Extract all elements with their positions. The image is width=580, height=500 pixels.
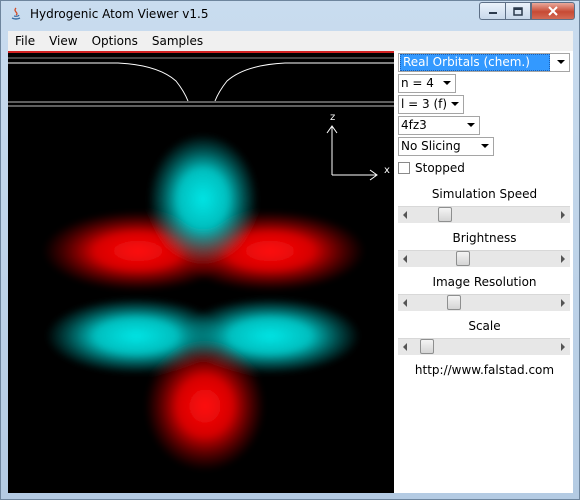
brightness-slider[interactable] — [398, 250, 570, 267]
menu-view[interactable]: View — [42, 34, 84, 48]
scale-slider[interactable] — [398, 338, 570, 355]
view-mode-value: Real Orbitals (chem.) — [400, 54, 550, 71]
scroll-left-arrow-icon[interactable] — [403, 343, 407, 351]
orbital-select[interactable]: 4fz3 — [398, 116, 480, 135]
n-select[interactable]: n = 4 — [398, 74, 456, 93]
scroll-right-arrow-icon[interactable] — [561, 255, 565, 263]
slider-thumb[interactable] — [456, 251, 471, 266]
maximize-button[interactable] — [505, 2, 531, 20]
n-value: n = 4 — [401, 76, 434, 90]
title-bar[interactable]: Hydrogenic Atom Viewer v1.5 — [1, 1, 579, 29]
scroll-left-arrow-icon[interactable] — [403, 211, 407, 219]
menu-options[interactable]: Options — [85, 34, 145, 48]
client-area: z x Real Orbitals (chem.) n = 4 l = 3 (f… — [8, 51, 573, 493]
chevron-down-icon — [451, 102, 459, 106]
scroll-left-arrow-icon[interactable] — [403, 299, 407, 307]
simulation-speed-label: Simulation Speed — [431, 187, 538, 201]
java-icon — [11, 7, 21, 20]
chevron-down-icon — [481, 144, 489, 148]
slider-thumb[interactable] — [447, 295, 462, 310]
website-link[interactable]: http://www.falstad.com — [396, 363, 573, 377]
close-button[interactable] — [531, 2, 575, 20]
minimize-icon — [488, 12, 497, 14]
app-window: Hydrogenic Atom Viewer v1.5 File View Op… — [0, 0, 580, 500]
chevron-down-icon — [443, 81, 451, 85]
slicing-value: No Slicing — [401, 139, 461, 153]
menu-samples[interactable]: Samples — [145, 34, 210, 48]
menu-bar: File View Options Samples — [8, 31, 573, 51]
stopped-label: Stopped — [415, 161, 465, 175]
z-axis-label: z — [330, 112, 335, 123]
stopped-checkbox[interactable]: Stopped — [398, 161, 465, 175]
scale-label: Scale — [468, 319, 501, 333]
brightness-label: Brightness — [452, 231, 517, 245]
scroll-right-arrow-icon[interactable] — [561, 211, 565, 219]
x-axis-label: x — [384, 165, 390, 176]
close-icon — [548, 6, 558, 16]
chevron-down-icon — [557, 60, 565, 64]
scroll-right-arrow-icon[interactable] — [561, 299, 565, 307]
image-resolution-label: Image Resolution — [432, 275, 537, 289]
scroll-left-arrow-icon[interactable] — [403, 255, 407, 263]
window-title: Hydrogenic Atom Viewer v1.5 — [30, 7, 209, 21]
orbital-value: 4fz3 — [401, 118, 427, 132]
menu-file[interactable]: File — [8, 34, 42, 48]
view-mode-select[interactable]: Real Orbitals (chem.) — [398, 53, 570, 72]
control-panel: Real Orbitals (chem.) n = 4 l = 3 (f) 4f… — [396, 51, 573, 493]
checkbox-box[interactable] — [398, 162, 410, 174]
lower-negative-lobe — [145, 341, 265, 471]
l-select[interactable]: l = 3 (f) — [398, 95, 464, 114]
orbital-canvas[interactable]: z x — [8, 51, 394, 493]
chevron-down-icon — [467, 123, 475, 127]
slider-thumb[interactable] — [438, 207, 452, 222]
scroll-right-arrow-icon[interactable] — [561, 343, 565, 351]
maximize-icon — [513, 6, 523, 16]
l-value: l = 3 (f) — [401, 97, 448, 111]
image-resolution-slider[interactable] — [398, 294, 570, 311]
minimize-button[interactable] — [479, 2, 505, 20]
simulation-speed-slider[interactable] — [398, 206, 570, 223]
upper-positive-lobe — [148, 134, 258, 264]
slicing-select[interactable]: No Slicing — [398, 137, 494, 156]
slider-thumb[interactable] — [419, 339, 434, 354]
